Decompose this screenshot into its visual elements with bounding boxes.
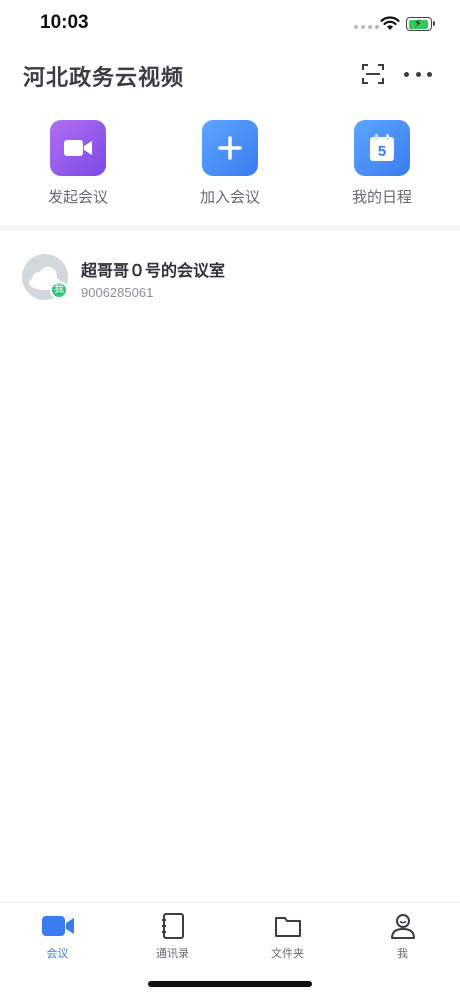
tab-me-label: 我 xyxy=(397,947,408,960)
status-bar: 10:03 ⚡ xyxy=(0,0,460,50)
video-camera-icon xyxy=(0,911,115,941)
tab-contacts[interactable]: 通讯录 xyxy=(115,911,230,961)
calendar-icon: 5 xyxy=(354,120,410,176)
tab-folder-label: 文件夹 xyxy=(271,947,304,960)
calendar-day: 5 xyxy=(378,143,386,160)
folder-icon xyxy=(230,911,345,941)
my-schedule-button[interactable]: 5 我的日程 xyxy=(327,120,437,207)
home-indicator[interactable] xyxy=(148,981,312,987)
meeting-room-item[interactable] xyxy=(0,244,460,314)
room-number: 9006285061 xyxy=(81,285,154,300)
scan-icon[interactable] xyxy=(361,62,385,86)
join-meeting-label: 加入会议 xyxy=(199,188,260,206)
app-title: 河北政务云视频 xyxy=(23,66,185,91)
battery-icon: ⚡ xyxy=(406,17,435,31)
wifi-icon xyxy=(380,16,400,30)
room-name: 超哥哥０号的会议室 xyxy=(81,261,226,280)
my-schedule-label: 我的日程 xyxy=(351,188,412,206)
cellular-signal-icon xyxy=(354,25,379,29)
start-meeting-button[interactable]: 发起会议 xyxy=(23,120,133,207)
video-camera-icon xyxy=(50,120,106,176)
contacts-book-icon xyxy=(115,911,230,941)
start-meeting-label: 发起会议 xyxy=(47,188,108,206)
join-meeting-button[interactable]: 加入会议 xyxy=(175,120,285,207)
section-divider xyxy=(0,225,460,231)
more-icon[interactable] xyxy=(404,62,432,86)
tab-contacts-label: 通讯录 xyxy=(156,947,189,960)
plus-icon xyxy=(202,120,258,176)
tab-meetings-label: 会议 xyxy=(46,947,69,960)
tab-meetings[interactable]: 会议 xyxy=(0,911,115,961)
me-badge: 我 xyxy=(50,281,68,299)
person-icon xyxy=(345,911,460,941)
tab-me[interactable]: 我 xyxy=(345,911,460,961)
tab-folder[interactable]: 文件夹 xyxy=(230,911,345,961)
status-time: 10:03 xyxy=(40,12,89,33)
